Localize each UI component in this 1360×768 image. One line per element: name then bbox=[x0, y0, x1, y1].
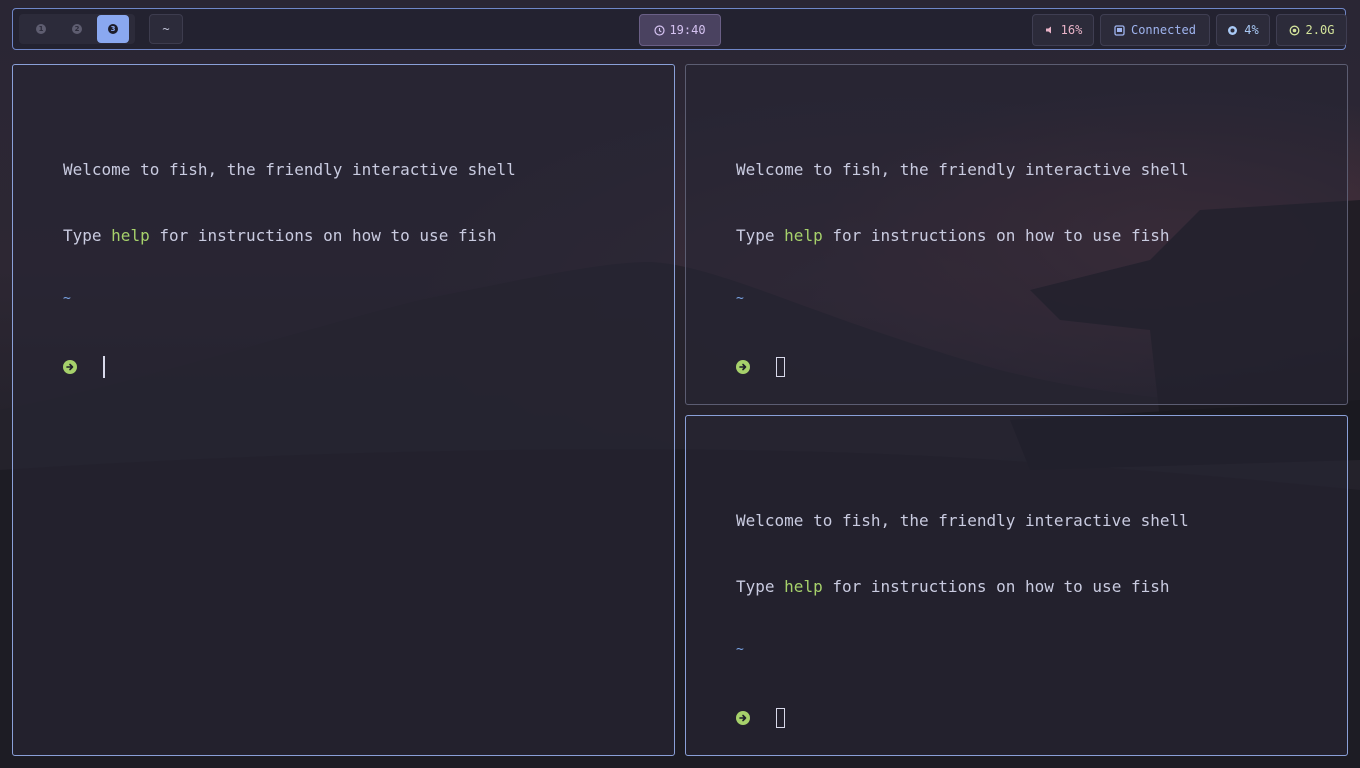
welcome-line: Welcome to fish, the friendly interactiv… bbox=[736, 160, 1189, 179]
top-bar: 1 2 3 ~ 19:40 16% Connected 4% 2.0G bbox=[12, 8, 1347, 50]
help-line: Type help for instructions on how to use… bbox=[63, 225, 516, 247]
type-word: Type bbox=[736, 226, 785, 245]
text-cursor bbox=[103, 356, 105, 378]
cpu-usage: 4% bbox=[1244, 23, 1259, 37]
terminal-left-content: Welcome to fish, the friendly interactiv… bbox=[63, 115, 516, 423]
help-keyword: help bbox=[784, 577, 823, 596]
instructions-text: for instructions on how to use fish bbox=[822, 577, 1170, 596]
desktop: 1 2 3 ~ 19:40 16% Connected 4% 2.0G Welc… bbox=[0, 0, 1360, 768]
type-word: Type bbox=[63, 226, 112, 245]
volume-widget[interactable]: 16% bbox=[1032, 14, 1094, 46]
block-cursor bbox=[776, 357, 785, 377]
terminal-top-right-content: Welcome to fish, the friendly interactiv… bbox=[736, 115, 1189, 423]
cwd-indicator: ~ bbox=[736, 291, 744, 306]
workspace-1-indicator: 1 bbox=[36, 24, 46, 34]
network-widget[interactable]: Connected bbox=[1100, 14, 1210, 46]
workspace-3-button[interactable]: 3 bbox=[97, 15, 129, 43]
block-cursor bbox=[776, 708, 785, 728]
prompt-arrow-icon bbox=[63, 360, 77, 374]
clock-time: 19:40 bbox=[669, 23, 706, 37]
welcome-line: Welcome to fish, the friendly interactiv… bbox=[736, 511, 1189, 530]
cpu-icon bbox=[1227, 25, 1238, 36]
cpu-widget[interactable]: 4% bbox=[1216, 14, 1270, 46]
help-keyword: help bbox=[111, 226, 150, 245]
type-word: Type bbox=[736, 577, 785, 596]
terminal-top-right[interactable]: Welcome to fish, the friendly interactiv… bbox=[685, 64, 1348, 405]
workspace-2-button[interactable]: 2 bbox=[61, 15, 93, 43]
memory-widget[interactable]: 2.0G bbox=[1276, 14, 1347, 46]
help-keyword: help bbox=[784, 226, 823, 245]
clock-widget[interactable]: 19:40 bbox=[639, 14, 721, 46]
instructions-text: for instructions on how to use fish bbox=[822, 226, 1170, 245]
prompt-arrow-icon bbox=[736, 711, 750, 725]
memory-icon bbox=[1289, 25, 1300, 36]
network-status: Connected bbox=[1130, 23, 1197, 37]
help-line: Type help for instructions on how to use… bbox=[736, 225, 1189, 247]
terminal-bottom-right[interactable]: Welcome to fish, the friendly interactiv… bbox=[685, 415, 1348, 756]
prompt-row[interactable] bbox=[736, 706, 1189, 730]
instructions-text: for instructions on how to use fish bbox=[149, 226, 497, 245]
workspace-switcher: 1 2 3 bbox=[19, 14, 135, 44]
volume-level: 16% bbox=[1060, 23, 1083, 37]
prompt-row[interactable] bbox=[63, 355, 516, 379]
cwd-indicator: ~ bbox=[63, 291, 71, 306]
current-path-chip[interactable]: ~ bbox=[149, 14, 183, 44]
cwd-indicator: ~ bbox=[736, 642, 744, 657]
prompt-arrow-icon bbox=[736, 360, 750, 374]
help-line: Type help for instructions on how to use… bbox=[736, 576, 1189, 598]
workspace-3-indicator: 3 bbox=[108, 24, 118, 34]
current-path-label: ~ bbox=[162, 22, 170, 36]
network-icon bbox=[1114, 24, 1125, 36]
speaker-icon bbox=[1044, 25, 1055, 36]
terminal-left[interactable]: Welcome to fish, the friendly interactiv… bbox=[12, 64, 675, 756]
prompt-row[interactable] bbox=[736, 355, 1189, 379]
clock-icon bbox=[654, 24, 666, 36]
memory-usage: 2.0G bbox=[1305, 23, 1335, 37]
workspace-2-indicator: 2 bbox=[72, 24, 82, 34]
welcome-line: Welcome to fish, the friendly interactiv… bbox=[63, 160, 516, 179]
workspace-1-button[interactable]: 1 bbox=[25, 15, 57, 43]
terminal-bottom-right-content: Welcome to fish, the friendly interactiv… bbox=[736, 466, 1189, 768]
